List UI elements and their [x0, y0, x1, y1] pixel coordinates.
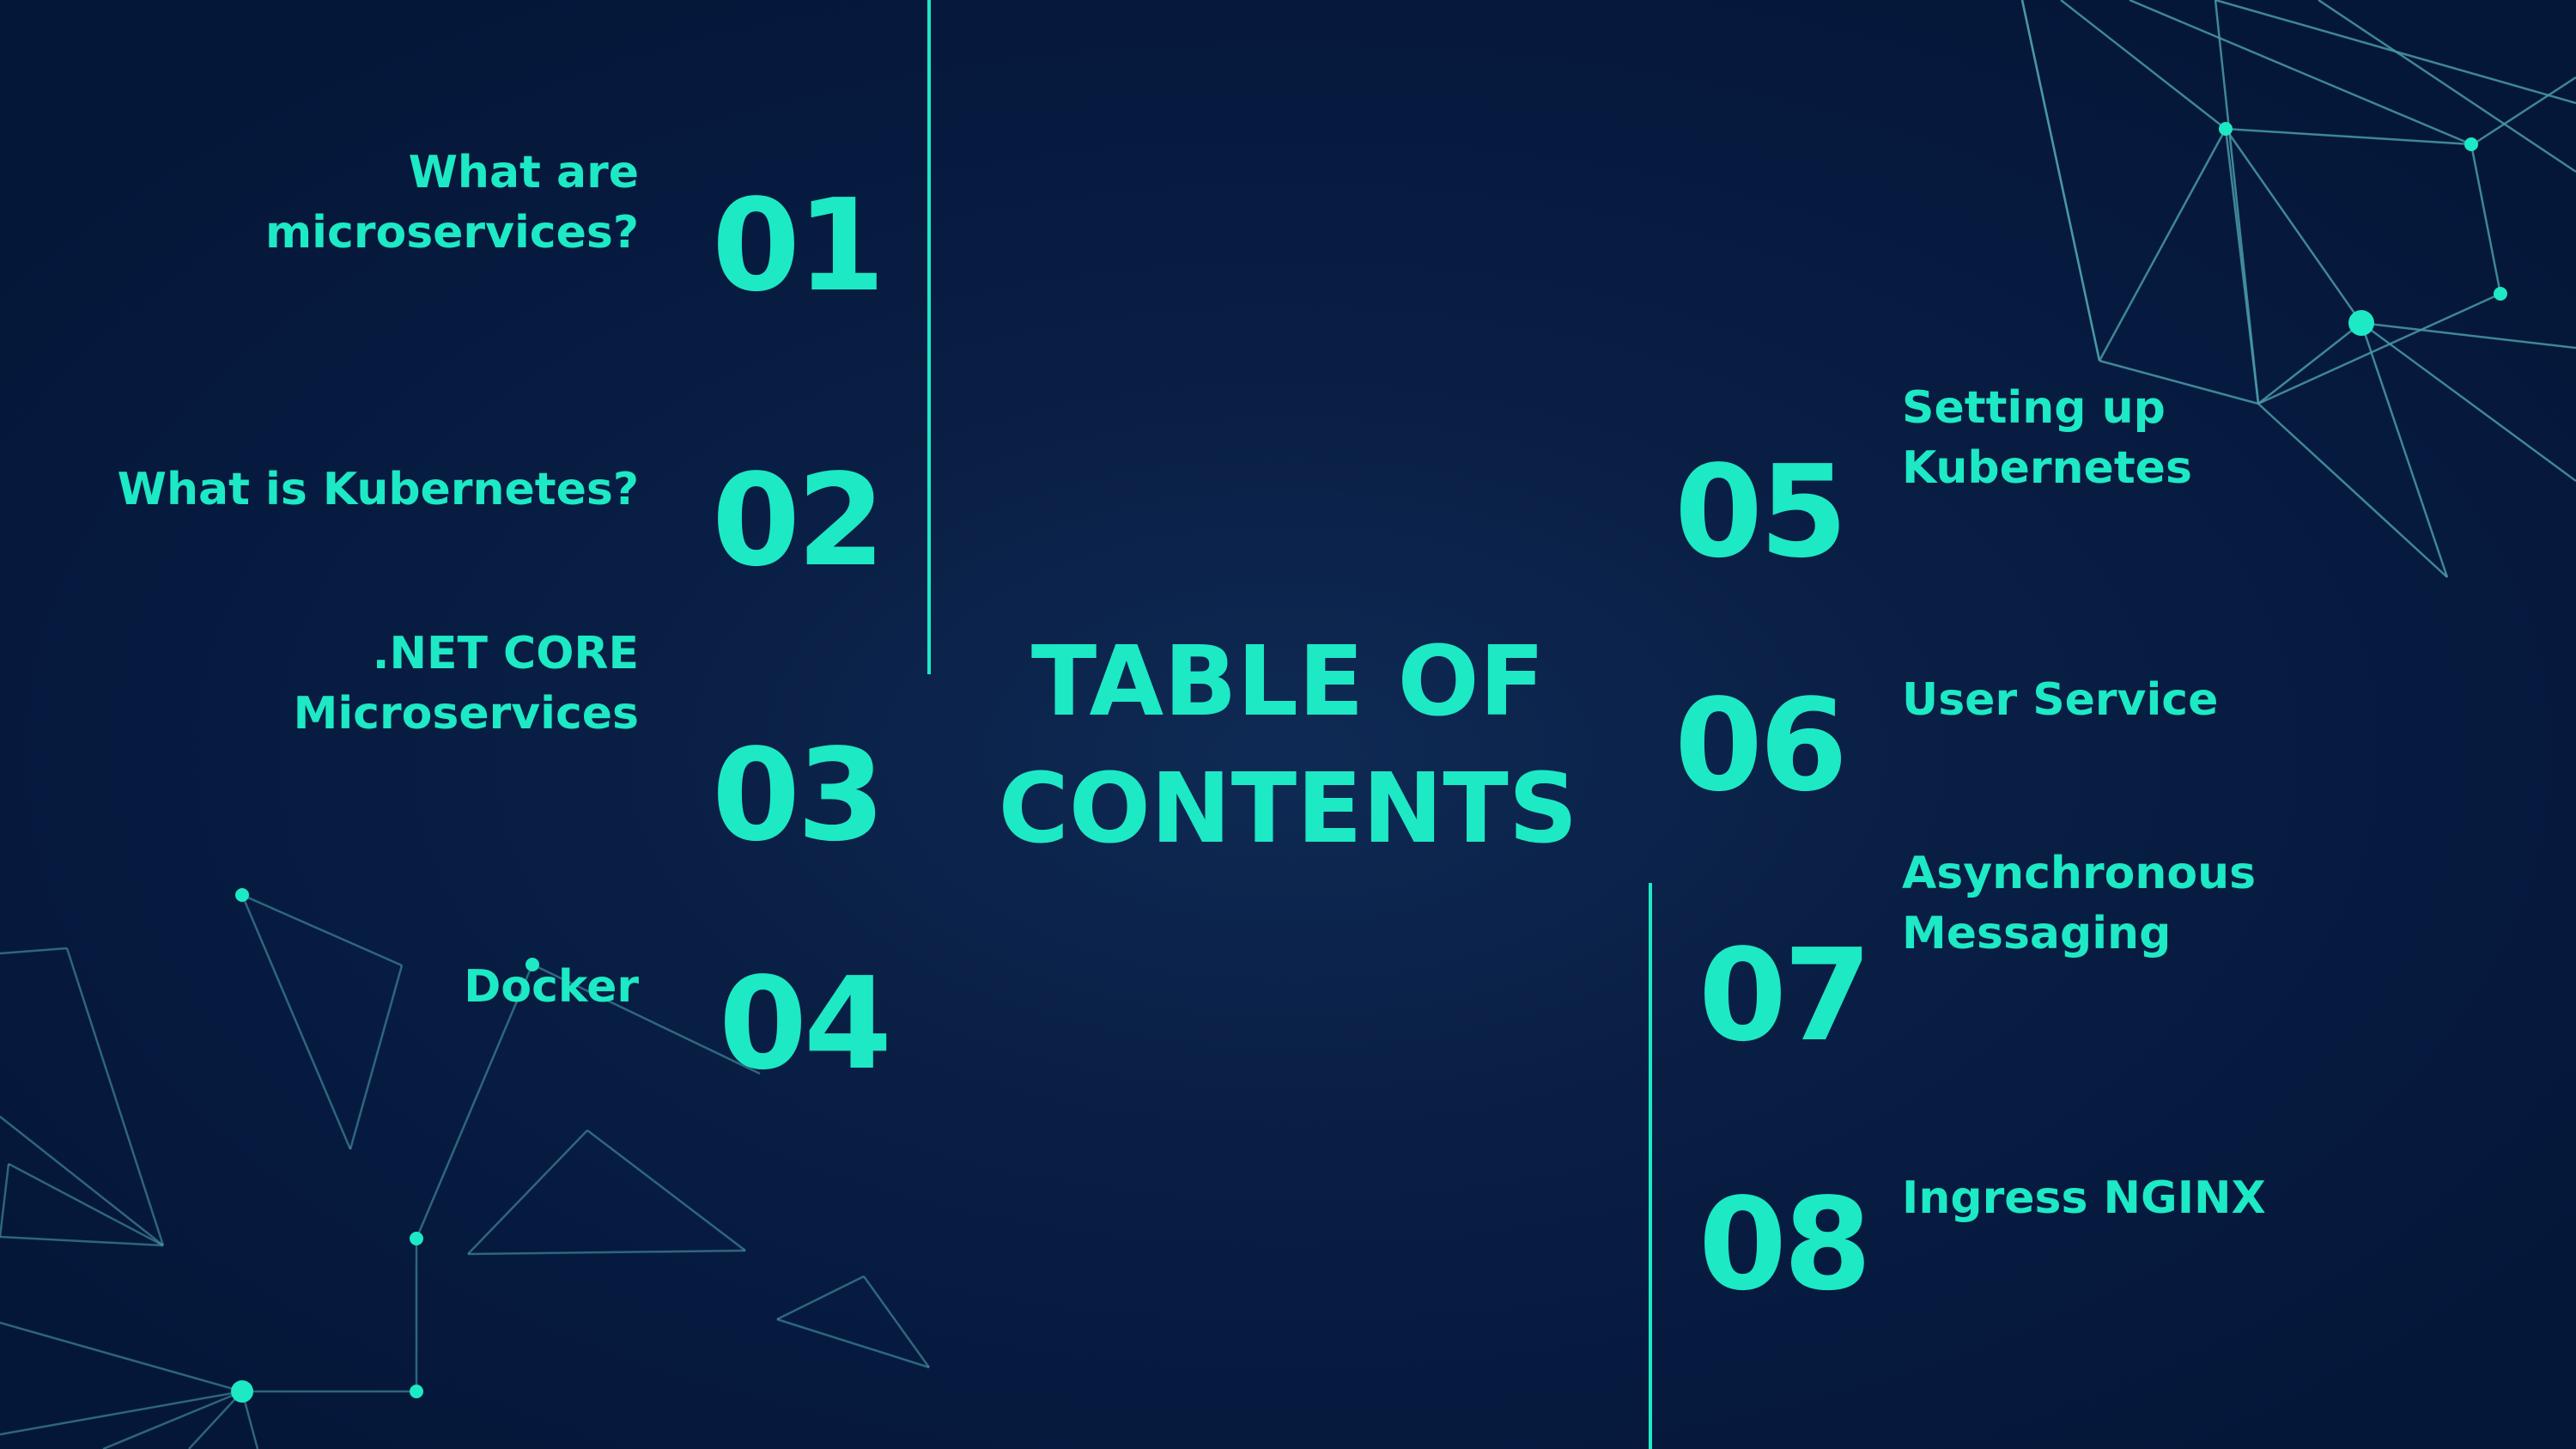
item-02-number: 02: [712, 447, 885, 594]
network-line: [349, 965, 404, 1150]
item-05-number: 05: [1674, 438, 1848, 586]
item-01-number: 01: [712, 172, 885, 320]
item-05-label: Setting up Kubernetes: [1902, 382, 2192, 494]
network-line: [2360, 321, 2576, 483]
network-node: [2464, 137, 2478, 151]
item-08-number: 08: [1698, 1171, 1872, 1318]
divider-line-left: [927, 0, 931, 674]
network-line: [2098, 128, 2227, 362]
network-node: [2494, 287, 2507, 301]
item-07-number: 07: [1698, 922, 1872, 1069]
network-line: [0, 1235, 164, 1247]
item-03-label: .NET CORE Microservices: [293, 628, 639, 740]
network-line: [0, 1390, 243, 1436]
network-node: [2348, 310, 2374, 336]
network-line: [65, 947, 165, 1246]
network-node: [410, 1232, 423, 1245]
network-line: [467, 1249, 746, 1256]
item-03-number: 03: [712, 721, 885, 869]
network-line: [586, 1129, 746, 1251]
network-line: [2470, 143, 2502, 295]
network-line: [2214, 0, 2260, 405]
network-line: [0, 1163, 10, 1238]
item-08-label: Ingress NGINX: [1902, 1172, 2266, 1224]
item-06-number: 06: [1674, 672, 1848, 819]
divider-line-right: [1649, 883, 1652, 1449]
title-line-2: CONTENTS: [998, 753, 1578, 865]
network-line: [2020, 0, 2101, 362]
item-04-label: Docker: [464, 961, 639, 1013]
network-line: [241, 893, 403, 967]
item-01-label: What are microservices?: [265, 147, 639, 259]
network-line: [0, 1321, 243, 1393]
network-line: [467, 1129, 588, 1255]
network-line: [2360, 321, 2576, 350]
network-line: [2129, 0, 2472, 146]
network-line: [2318, 0, 2576, 174]
page-title: TABLE OF CONTENTS: [979, 618, 1597, 873]
network-node: [410, 1385, 423, 1398]
title-line-1: TABLE OF: [1030, 626, 1546, 738]
item-06-label: User Service: [1902, 674, 2219, 726]
network-node: [2219, 122, 2233, 136]
item-02-label: What is Kubernetes?: [117, 464, 639, 515]
network-line: [2060, 0, 2227, 130]
network-line: [2225, 127, 2472, 146]
item-07-label: Asynchronous Messaging: [1902, 848, 2257, 959]
network-line: [0, 947, 68, 955]
network-node: [235, 888, 249, 902]
network-line: [102, 1390, 243, 1449]
network-node: [231, 1380, 253, 1403]
network-line: [776, 1275, 865, 1321]
network-line: [0, 1116, 164, 1246]
network-line: [240, 894, 352, 1150]
network-line: [2257, 292, 2501, 405]
network-line: [862, 1275, 931, 1368]
item-04-number: 04: [719, 950, 892, 1098]
network-line: [776, 1318, 930, 1369]
